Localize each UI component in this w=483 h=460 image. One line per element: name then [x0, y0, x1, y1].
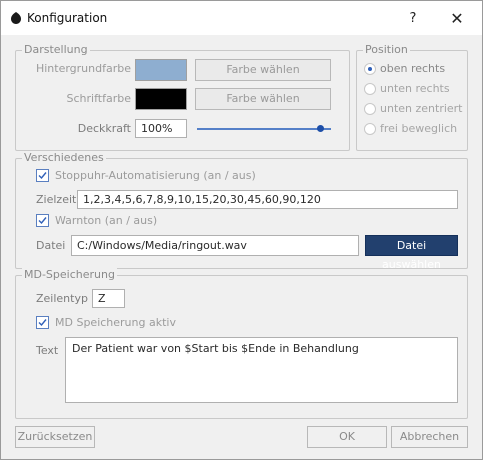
- radio-unten-zentriert[interactable]: [364, 103, 376, 115]
- help-icon[interactable]: ?: [401, 8, 425, 30]
- close-icon[interactable]: ✕: [445, 8, 469, 30]
- schriftfarbe-label: Schriftfarbe: [66, 92, 131, 105]
- checkmark-icon: [38, 217, 47, 225]
- zuruecksetzen-button[interactable]: Zurücksetzen: [15, 426, 95, 448]
- darstellung-legend: Darstellung: [22, 43, 90, 57]
- radio-unten-rechts[interactable]: [364, 83, 376, 95]
- checkmark-icon: [38, 172, 47, 180]
- hintergrund-label: Hintergrundfarbe: [35, 62, 131, 75]
- datei-input[interactable]: C:/Windows/Media/ringout.wav: [71, 235, 359, 256]
- verschiedenes-legend: Verschiedenes: [22, 151, 106, 165]
- hintergrund-farbe-button[interactable]: Farbe wählen: [195, 59, 331, 81]
- schriftfarbe-button[interactable]: Farbe wählen: [195, 88, 331, 110]
- datei-auswaehlen-button[interactable]: Datei auswählen: [365, 235, 458, 271]
- deckkraft-label: Deckkraft: [77, 122, 131, 135]
- app-icon: [11, 12, 21, 24]
- zielzeit-label: Zielzeit: [36, 193, 77, 206]
- radio-frei-beweglich[interactable]: [364, 123, 376, 135]
- konfiguration-dialog: Konfiguration ? ✕ Darstellung Hintergrun…: [0, 0, 483, 460]
- md-aktiv-checkbox[interactable]: [36, 316, 49, 329]
- schriftfarbe-swatch: [135, 88, 187, 110]
- radio-oben-rechts[interactable]: [364, 63, 376, 75]
- dialog-content: Darstellung Hintergrundfarbe Farbe wähle…: [1, 35, 482, 459]
- zeilentyp-label: Zeilentyp: [36, 292, 88, 305]
- warnton-label: Warnton (an / aus): [55, 214, 158, 227]
- radio-label-unten-rechts: unten rechts: [380, 82, 450, 95]
- deckkraft-slider[interactable]: [197, 128, 331, 130]
- hintergrund-swatch: [135, 59, 187, 81]
- title-bar: Konfiguration ? ✕: [1, 1, 482, 35]
- md-speicherung-legend: MD-Speicherung: [22, 268, 117, 282]
- zeilentyp-input[interactable]: Z: [92, 289, 125, 308]
- ok-button[interactable]: OK: [307, 426, 387, 448]
- stoppuhr-label: Stoppuhr-Automatisierung (an / aus): [55, 169, 256, 182]
- radio-label-oben-rechts: oben rechts: [380, 62, 446, 75]
- warnton-checkbox[interactable]: [36, 214, 49, 227]
- text-label: Text: [36, 344, 59, 357]
- position-legend: Position: [363, 43, 410, 57]
- stoppuhr-checkbox[interactable]: [36, 169, 49, 182]
- deckkraft-input[interactable]: 100%: [135, 119, 187, 138]
- radio-label-frei-beweglich: frei beweglich: [380, 122, 458, 135]
- zielzeit-input[interactable]: 1,2,3,4,5,6,7,8,9,10,15,20,30,45,60,90,1…: [77, 190, 458, 209]
- text-area[interactable]: Der Patient war von $Start bis $Ende in …: [65, 337, 458, 403]
- md-aktiv-label: MD Speicherung aktiv: [55, 316, 176, 329]
- checkmark-icon: [38, 319, 47, 327]
- radio-label-unten-zentriert: unten zentriert: [380, 102, 463, 115]
- abbrechen-button[interactable]: Abbrechen: [391, 426, 468, 448]
- datei-label: Datei: [36, 239, 66, 252]
- window-title: Konfiguration: [27, 11, 108, 25]
